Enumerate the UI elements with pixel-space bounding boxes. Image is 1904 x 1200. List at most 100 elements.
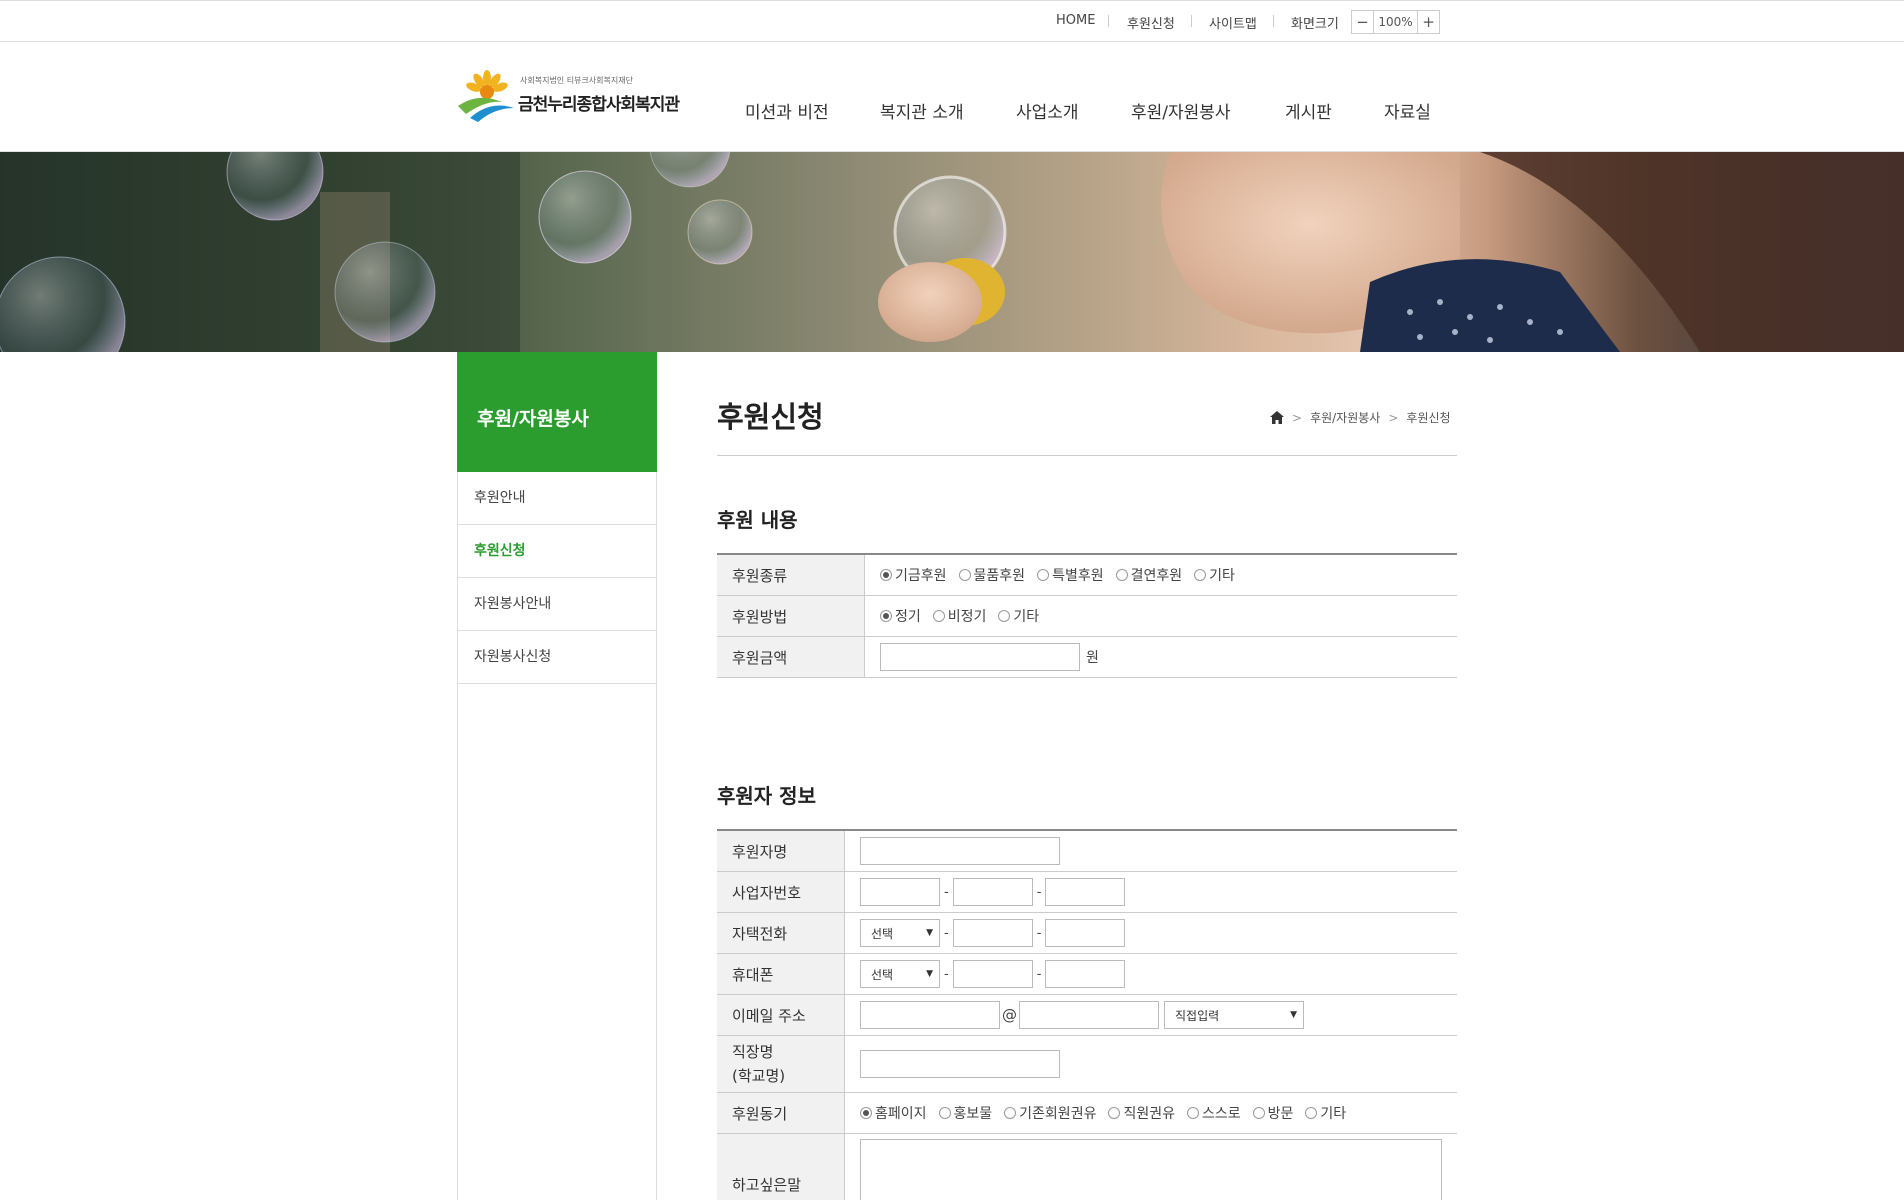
email-id-input[interactable]: [860, 1001, 1000, 1029]
row-label: 후원동기: [717, 1093, 845, 1133]
radio-option[interactable]: 물품후원: [958, 565, 1025, 585]
nav-donate-volunteer[interactable]: 후원/자원봉사: [1131, 98, 1231, 123]
home-phone-last-input[interactable]: [1045, 919, 1126, 947]
breadcrumb: > 후원/자원봉사 > 후원신청: [1270, 409, 1451, 426]
radio-label: 기타: [1320, 1106, 1347, 1122]
row-label: 자택전화: [717, 913, 845, 953]
donor-table: 후원자명 사업자번호 - - 자택전화 선택 ▼ - - 휴대폰 선택 ▼ -: [717, 829, 1457, 1200]
nav-programs[interactable]: 사업소개: [1016, 98, 1079, 123]
row-label-line: (학교명): [732, 1067, 786, 1085]
row-value: [845, 1036, 1457, 1092]
radio-label: 기타: [1209, 568, 1235, 584]
sitemap-link[interactable]: 사이트맵: [1209, 13, 1257, 32]
message-textarea[interactable]: [860, 1139, 1442, 1200]
radio-icon: [1004, 1107, 1017, 1119]
email-domain-input[interactable]: [1019, 1001, 1159, 1029]
radio-option[interactable]: 홍보물: [938, 1103, 993, 1123]
side-item-volunteer-apply[interactable]: 자원봉사신청: [458, 631, 656, 684]
dropdown-arrow-icon: ▼: [926, 928, 933, 938]
dash-separator: -: [1036, 966, 1042, 982]
sunflower-logo-icon: [458, 70, 514, 122]
radio-option[interactable]: 기금후원: [880, 565, 947, 585]
table-row: 후원자명: [717, 831, 1457, 872]
email-domain-select[interactable]: 직접입력 ▼: [1164, 1001, 1304, 1029]
section-title-donation: 후원 내용: [717, 508, 798, 532]
nav-archive[interactable]: 자료실: [1384, 98, 1431, 123]
row-label: 사업자번호: [717, 872, 845, 912]
site-logo[interactable]: 사회복지법인 티뷰크사회복지재단 금천누리종합사회복지관: [456, 70, 680, 124]
radio-label: 결연후원: [1130, 568, 1183, 584]
dash-separator: -: [1036, 884, 1042, 900]
radio-option[interactable]: 직원권유: [1108, 1103, 1175, 1123]
radio-option[interactable]: 기존회원권유: [1004, 1103, 1096, 1123]
side-item-volunteer-info[interactable]: 자원봉사안내: [458, 578, 656, 631]
radio-option[interactable]: 방문: [1252, 1103, 1293, 1123]
radio-label: 비정기: [947, 609, 987, 625]
radio-label: 스스로: [1201, 1106, 1241, 1122]
workplace-input[interactable]: [860, 1050, 1060, 1078]
logo-title: 금천누리종합사회복지관: [518, 95, 680, 115]
nav-mission[interactable]: 미션과 비전: [745, 98, 829, 123]
logo-subtitle: 사회복지법인 티뷰크사회복지재단: [520, 76, 633, 85]
donation-amount-input[interactable]: [880, 643, 1080, 671]
select-value: 선택: [871, 967, 894, 982]
breadcrumb-item[interactable]: 후원신청: [1406, 409, 1450, 426]
radio-option[interactable]: 스스로: [1186, 1103, 1241, 1123]
radio-option[interactable]: 홈페이지: [860, 1103, 927, 1123]
utility-bar: HOME 후원신청 사이트맵 화면크기 − 100% +: [0, 0, 1904, 42]
donor-name-input[interactable]: [860, 837, 1060, 865]
radio-label: 기존회원권유: [1019, 1106, 1097, 1122]
mobile-last-input[interactable]: [1045, 960, 1126, 988]
donate-link[interactable]: 후원신청: [1127, 13, 1175, 32]
radio-label: 홈페이지: [875, 1106, 927, 1122]
radio-label: 홍보물: [953, 1106, 993, 1122]
side-menu-header: 후원/자원봉사: [457, 352, 657, 472]
breadcrumb-item[interactable]: 후원/자원봉사: [1310, 409, 1380, 426]
row-value: - -: [845, 872, 1457, 912]
zoom-in-button[interactable]: +: [1417, 11, 1439, 33]
home-phone-area-select[interactable]: 선택 ▼: [860, 919, 940, 947]
donation-table: 후원종류 기금후원 물품후원 특별후원 결연후원 기타 후원방법 정기 비정기 …: [717, 553, 1457, 678]
bizno-part1-input[interactable]: [860, 878, 940, 906]
row-value: 선택 ▼ - -: [845, 954, 1457, 994]
mobile-prefix-select[interactable]: 선택 ▼: [860, 960, 940, 988]
bizno-part3-input[interactable]: [1045, 878, 1126, 906]
radio-icon: [1194, 569, 1207, 581]
radio-option[interactable]: 비정기: [932, 606, 987, 626]
select-value: 직접입력: [1175, 1008, 1220, 1023]
row-label: 직장명 (학교명): [717, 1036, 845, 1092]
side-item-donation-apply[interactable]: 후원신청: [458, 525, 656, 578]
radio-option[interactable]: 결연후원: [1115, 565, 1183, 585]
side-item-donation-info[interactable]: 후원안내: [458, 472, 656, 525]
row-label: 후원자명: [717, 831, 845, 871]
radio-icon: [1186, 1107, 1199, 1119]
table-row: 직장명 (학교명): [717, 1036, 1457, 1093]
mobile-mid-input[interactable]: [952, 960, 1033, 988]
nav-about[interactable]: 복지관 소개: [880, 98, 964, 123]
donation-method-radio-group: 정기 비정기 기타: [880, 606, 1051, 626]
radio-option[interactable]: 기타: [998, 606, 1039, 626]
home-link[interactable]: HOME: [1056, 13, 1095, 28]
breadcrumb-separator: >: [1388, 410, 1399, 425]
nav-board[interactable]: 게시판: [1285, 98, 1332, 123]
bubbles-photo-illustration: [0, 152, 1904, 352]
radio-option[interactable]: 특별후원: [1037, 565, 1104, 585]
radio-option[interactable]: 기타: [1194, 565, 1235, 585]
hero-banner-image: [0, 152, 1904, 352]
section-title-donor: 후원자 정보: [717, 784, 816, 808]
radio-icon: [932, 610, 945, 622]
zoom-out-button[interactable]: −: [1352, 11, 1374, 33]
radio-option[interactable]: 정기: [880, 606, 921, 626]
home-icon[interactable]: [1270, 411, 1284, 424]
side-menu-title: 후원/자원봉사: [477, 408, 589, 430]
at-sign: @: [1002, 1006, 1017, 1024]
table-row: 이메일 주소 @ 직접입력 ▼: [717, 995, 1457, 1036]
bizno-part2-input[interactable]: [952, 878, 1033, 906]
row-label-line: 직장명: [732, 1043, 774, 1061]
radio-icon: [1037, 569, 1050, 581]
radio-option[interactable]: 기타: [1305, 1103, 1346, 1123]
dash-separator: -: [944, 884, 949, 900]
dash-separator: -: [1036, 925, 1042, 941]
table-row: 사업자번호 - -: [717, 872, 1457, 913]
home-phone-mid-input[interactable]: [952, 919, 1033, 947]
